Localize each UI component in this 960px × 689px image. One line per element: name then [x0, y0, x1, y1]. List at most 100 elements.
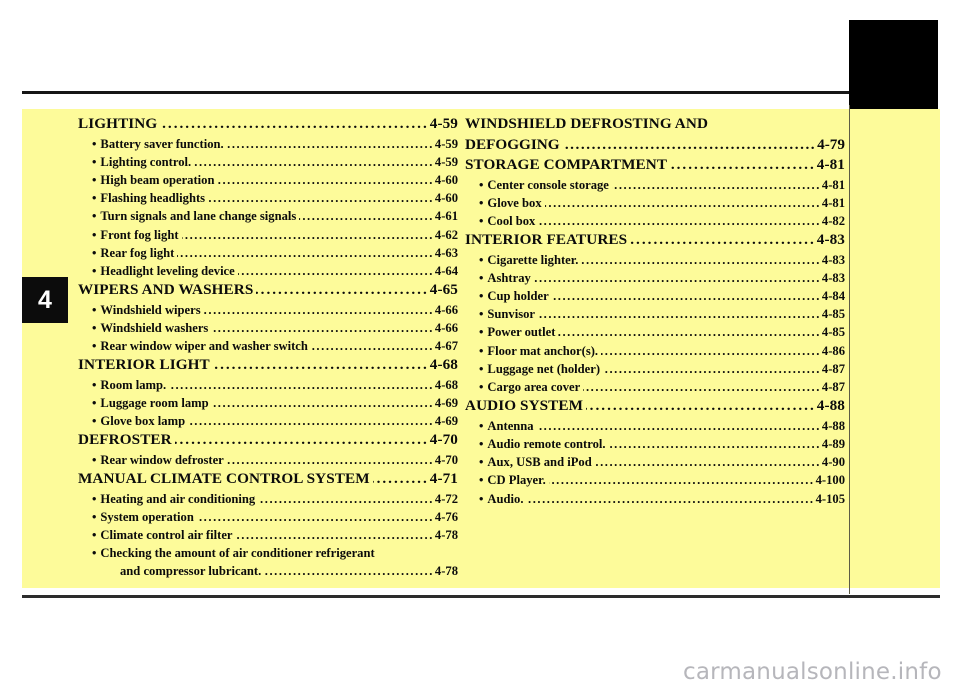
dot-leader [264, 568, 434, 581]
dot-leader [208, 195, 434, 208]
dot-leader [212, 400, 434, 413]
toc-entry[interactable]: WINDSHIELD DEFROSTING AND [465, 114, 845, 135]
bullet-icon: • [479, 343, 484, 358]
toc-entry-title: Climate control air filter [100, 527, 233, 542]
bullet-icon: • [92, 136, 97, 151]
toc-entry[interactable]: DEFROSTER 4-70 [78, 430, 458, 451]
toc-entry-page: 4-78 [434, 564, 458, 579]
toc-entry[interactable]: •Heating and air conditioning 4-72 [78, 490, 458, 508]
toc-entry[interactable]: MANUAL CLIMATE CONTROL SYSTEM 4-71 [78, 469, 458, 490]
dot-leader [534, 274, 821, 287]
toc-entry[interactable]: •Headlight leveling device 4-64 [78, 262, 458, 280]
toc-entry-page: 4-105 [815, 491, 845, 506]
toc-entry-page: 4-71 [429, 470, 458, 488]
toc-entry[interactable]: •Windshield washers 4-66 [78, 319, 458, 337]
toc-entry[interactable]: INTERIOR FEATURES 4-83 [465, 230, 845, 251]
toc-entry-title: Floor mat anchor(s). [487, 343, 599, 358]
toc-entry-page: 4-79 [817, 135, 845, 153]
dot-leader [538, 218, 821, 231]
toc-entry[interactable]: •Floor mat anchor(s). 4-86 [465, 342, 845, 360]
dot-leader [197, 513, 434, 526]
bullet-icon: • [479, 361, 484, 376]
table-of-contents-panel: 4 LIGHTING 4-59 • Battery saver function. 4-… [22, 105, 940, 594]
toc-entry-page: 4-72 [434, 491, 458, 506]
dot-leader [609, 441, 821, 454]
toc-entry[interactable]: •Ashtray 4-83 [465, 269, 845, 287]
toc-entry[interactable]: WIPERS AND WASHERS 4-65 [78, 280, 458, 301]
toc-entry-page: 4-81 [821, 177, 845, 192]
toc-entry[interactable]: • Checking the amount of air conditioner … [78, 544, 458, 562]
toc-entry[interactable]: •Rear window defroster 4-70 [78, 451, 458, 469]
dot-leader [612, 181, 821, 194]
toc-entry[interactable]: STORAGE COMPARTMENT 4-81 [465, 155, 845, 176]
bullet-icon: • [479, 213, 484, 228]
toc-entry[interactable]: •Luggage net (holder) 4-87 [465, 360, 845, 378]
toc-entry-page: 4-65 [429, 281, 458, 299]
dot-leader [581, 256, 821, 269]
toc-entry[interactable]: •Cup holder 4-84 [465, 287, 845, 305]
toc-entry[interactable]: •Power outlet 4-85 [465, 323, 845, 341]
toc-entry[interactable]: •Audio. 4-105 [465, 490, 845, 508]
toc-entry[interactable]: •Windshield wipers 4-66 [78, 301, 458, 319]
toc-entry-page: 4-63 [434, 245, 458, 260]
dot-leader [545, 199, 821, 212]
toc-entry[interactable]: •High beam operation 4-60 [78, 171, 458, 189]
toc-entry[interactable]: •Luggage room lamp 4-69 [78, 394, 458, 412]
bullet-icon: • [92, 209, 97, 224]
toc-entry[interactable]: •Room lamp. 4-68 [78, 376, 458, 394]
toc-entry[interactable]: AUDIO SYSTEM 4-88 [465, 396, 845, 417]
toc-entry[interactable]: •Cigarette lighter. 4-83 [465, 251, 845, 269]
toc-entry[interactable]: •Front fog light 4-62 [78, 226, 458, 244]
toc-entry[interactable]: and compressor lubricant. 4-78 [78, 562, 458, 580]
toc-entry[interactable]: •Rear fog light 4-63 [78, 244, 458, 262]
toc-entry[interactable]: •Climate control air filter 4-78 [78, 526, 458, 544]
toc-entry-page: 4-88 [821, 418, 845, 433]
toc-entry[interactable]: •Flashing headlights 4-60 [78, 189, 458, 207]
toc-entry[interactable]: •CD Player. 4-100 [465, 471, 845, 489]
bullet-icon: • [479, 473, 484, 488]
toc-entry[interactable]: •Cool box 4-82 [465, 212, 845, 230]
bullet-icon: • [479, 455, 484, 470]
toc-entry[interactable]: •Audio remote control. 4-89 [465, 435, 845, 453]
toc-entry[interactable]: LIGHTING 4-59 [78, 114, 458, 135]
toc-entry-page: 4-83 [821, 270, 845, 285]
toc-entry-page: 4-83 [816, 231, 845, 249]
toc-entry[interactable]: •Rear window wiper and washer switch 4-67 [78, 337, 458, 355]
toc-entry[interactable]: •Antenna 4-88 [465, 417, 845, 435]
toc-entry-title: Cup holder [487, 289, 549, 304]
toc-entry-title: Cool box [487, 213, 536, 228]
toc-entry[interactable]: •Battery saver function. 4-59 [78, 135, 458, 153]
toc-entry[interactable]: •Cargo area cover 4-87 [465, 378, 845, 396]
toc-entry-title: Room lamp. [100, 377, 167, 392]
toc-entry-title: MANUAL CLIMATE CONTROL SYSTEM [78, 470, 370, 488]
toc-entry-page: 4-89 [821, 436, 845, 451]
toc-entry-title: Sunvisor [487, 307, 536, 322]
dot-leader [217, 177, 433, 190]
toc-left-column: LIGHTING4-59•Battery saver function.4-59… [78, 114, 458, 581]
toc-entry-title: Rear fog light [100, 245, 175, 260]
bullet-icon: • [92, 546, 97, 561]
toc-entry[interactable]: •Sunvisor 4-85 [465, 305, 845, 323]
toc-entry-page: 4-81 [821, 195, 845, 210]
toc-entry[interactable]: •System operation 4-76 [78, 508, 458, 526]
bullet-icon: • [479, 325, 484, 340]
toc-entry[interactable]: INTERIOR LIGHT 4-68 [78, 355, 458, 376]
toc-right-column: WINDSHIELD DEFROSTING AND DEFOGGING 4-79 ST… [465, 114, 845, 508]
toc-entry[interactable]: •Center console storage 4-81 [465, 176, 845, 194]
toc-entry-title: High beam operation [100, 172, 215, 187]
toc-entry[interactable]: •Aux, USB and iPod 4-90 [465, 453, 845, 471]
manual-page: 4 LIGHTING 4-59 • Battery saver function. 4-… [0, 0, 960, 689]
bullet-icon: • [479, 418, 484, 433]
toc-entry[interactable]: •Glove box 4-81 [465, 194, 845, 212]
chapter-number-badge: 4 [22, 277, 68, 323]
toc-entry[interactable]: •Lighting control. 4-59 [78, 153, 458, 171]
toc-entry-title: Cigarette lighter. [487, 252, 579, 267]
toc-entry-title: Center console storage [487, 177, 609, 192]
toc-entry[interactable]: •Glove box lamp 4-69 [78, 412, 458, 430]
toc-entry-page: 4-70 [429, 431, 458, 449]
toc-entry[interactable]: •Turn signals and lane change signals 4-6… [78, 207, 458, 225]
toc-entry[interactable]: DEFOGGING 4-79 [465, 135, 845, 156]
dot-leader [603, 365, 821, 378]
toc-entry-page: 4-59 [434, 154, 458, 169]
toc-entry-title: INTERIOR FEATURES [465, 231, 628, 249]
